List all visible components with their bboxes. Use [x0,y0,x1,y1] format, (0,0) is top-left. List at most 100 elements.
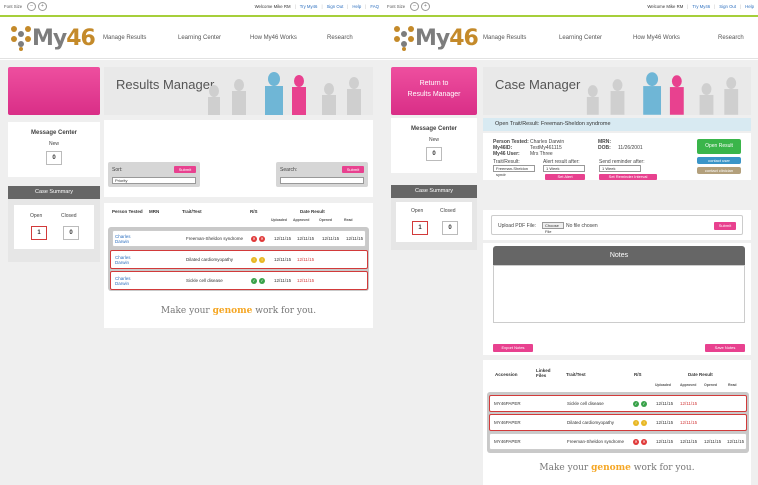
search-input[interactable] [280,177,364,184]
case-manager-screen: Font Size – + Welcome Mike RM | Try My46… [383,0,758,485]
font-size-label: Font Size [387,4,406,9]
col-trait-test: Trait/Test [182,209,202,214]
font-increase-button[interactable]: + [38,2,47,11]
help-link[interactable]: Help [352,4,361,9]
person-link[interactable]: Charles Darwin [115,231,145,246]
table-row[interactable]: MY46PAPER Dilated cardiomyopathy !! 12/1… [489,414,747,431]
people-silhouettes-image [586,72,739,115]
font-size-label: Font Size [4,4,23,9]
person-link[interactable]: Charles Darwin [115,251,145,268]
nav-research[interactable]: Research [718,17,744,59]
person-link[interactable]: Charles Darwin [115,272,145,289]
nav-learning-center[interactable]: Learning Center [178,17,221,59]
welcome-text: Welcome Mike RM [254,4,291,9]
new-label: New [48,141,59,147]
top-bar: Font Size – + Welcome Mike RM | Try My46… [4,2,379,11]
page-banner: Results Manager [104,67,373,115]
case-summary-header: Case Summary [391,185,477,198]
try-my46-link[interactable]: Try My46 [300,4,318,9]
case-summary-header: Case Summary [8,186,100,199]
case-summary-card: Open Closed 1 0 [391,198,477,250]
font-decrease-button[interactable]: – [410,2,419,11]
open-case-count[interactable]: 1 [31,226,47,240]
table-row[interactable]: Charles Darwin Sickle cell disease ✓ ✓ 12… [110,271,368,290]
results-table-card: Accession Linked Files Trait/Test R/S Da… [483,360,751,485]
sidebar-pink-header [8,67,100,115]
my46-logo[interactable]: My46 [10,22,96,54]
alert-after-select[interactable]: 1 Week [543,165,585,172]
try-my46-link[interactable]: Try My46 [692,4,710,9]
new-message-count[interactable]: 0 [46,151,62,165]
nav-manage-results[interactable]: Manage Results [103,17,146,59]
set-alert-button[interactable]: Set Alert [545,174,585,180]
font-decrease-button[interactable]: – [27,2,36,11]
closed-case-count[interactable]: 0 [442,221,458,235]
save-notes-button[interactable]: Save Notes [705,344,745,352]
message-center-title: Message Center [410,126,458,132]
nav-research[interactable]: Research [327,17,353,59]
col-date-result: Date Result [688,372,713,377]
notes-title: Notes [493,246,745,265]
nav-how-my46-works[interactable]: How My46 Works [633,17,680,59]
font-increase-button[interactable]: + [421,2,430,11]
no-file-text: No file chosen [566,223,598,229]
return-to-results-button[interactable]: Return to Results Manager [391,67,477,115]
sort-submit-button[interactable]: Submit [174,166,196,173]
open-trait-result-bar: Open Trait/Result: Freeman-Sheldon syndr… [483,118,751,131]
col-accession: Accession [495,372,518,377]
open-case-count[interactable]: 1 [412,221,428,235]
table-row[interactable]: MY46PAPER Sickle cell disease ✓ ✓ 12/11/1… [489,395,747,412]
dna-logo-icon [394,26,414,51]
trait-result-select[interactable]: Freeman-Sheldon syndr [493,165,535,177]
nav-how-my46-works[interactable]: How My46 Works [250,17,297,59]
my46-user-value: Mrs Three [530,151,553,157]
page-banner: Case Manager [483,67,751,115]
sign-out-link[interactable]: Sign Out [719,4,736,9]
search-submit-button[interactable]: Submit [342,166,364,173]
sign-out-link[interactable]: Sign Out [327,4,344,9]
export-notes-button[interactable]: Export Notes [493,344,533,352]
case-summary-card: Open Closed 1 0 [8,199,100,262]
dna-logo-icon [11,26,31,51]
people-silhouettes-image [208,72,361,115]
choose-file-button[interactable]: Choose File [542,222,564,234]
sort-select[interactable]: Priority [112,177,196,184]
tagline: Make your genome work for you. [539,463,695,473]
col-linked-files: Linked Files [536,368,551,378]
faq-link[interactable]: FAQ [370,4,379,9]
message-center-title: Message Center [30,130,78,136]
open-result-button[interactable]: Open Result [697,139,741,154]
contact-user-button[interactable]: contact user [697,157,741,164]
message-center-card: Message Center New 0 [8,122,100,177]
message-center-card: Message Center New 0 [391,118,477,173]
upload-card: Upload PDF File: Choose File No file cho… [483,210,751,240]
help-link[interactable]: Help [745,4,754,9]
table-row[interactable]: Charles Darwin Freeman-Sheldon syndrome … [112,230,366,247]
upload-submit-button[interactable]: Submit [714,222,736,230]
notes-card: Notes Export Notes Save Notes [483,243,751,355]
dob-value: 11/26/2001 [618,145,643,151]
table-row[interactable]: MY46PAPER Freeman-Sheldon syndrome ✕ ✕ 12… [489,433,747,450]
top-bar: Font Size – + Welcome Mike RM | Try My46… [387,2,754,11]
tagline: Make your genome work for you. [160,306,317,316]
page-title: Case Manager [495,77,581,92]
my46-logo[interactable]: My46 [393,22,479,54]
person-info-card: Person Tested: Charles Darwin My46ID: Te… [483,133,751,180]
contact-clinician-button[interactable]: contact clinician [697,167,741,174]
results-manager-screen: Font Size – + Welcome Mike RM | Try My46… [0,0,383,485]
nav-learning-center[interactable]: Learning Center [559,17,602,59]
closed-case-count[interactable]: 0 [63,226,79,240]
sort-label: Sort: [112,167,123,173]
closed-label: Closed [61,213,77,219]
col-mrn: MRN [149,209,160,214]
set-reminder-button[interactable]: Set Reminder Interval [599,174,657,180]
results-table-card: Person Tested MRN Trait/Test R/S Date Re… [104,203,373,328]
closed-label: Closed [440,208,456,214]
notes-textarea[interactable] [493,265,745,323]
table-row[interactable]: Charles Darwin Dilated cardiomyopathy !!… [110,250,368,269]
reminder-after-select[interactable]: 1 Week [599,165,641,172]
nav-manage-results[interactable]: Manage Results [483,17,526,59]
site-header: My46 Manage Results Learning Center How … [383,17,758,59]
new-message-count[interactable]: 0 [426,147,442,161]
open-label: Open [30,213,43,219]
